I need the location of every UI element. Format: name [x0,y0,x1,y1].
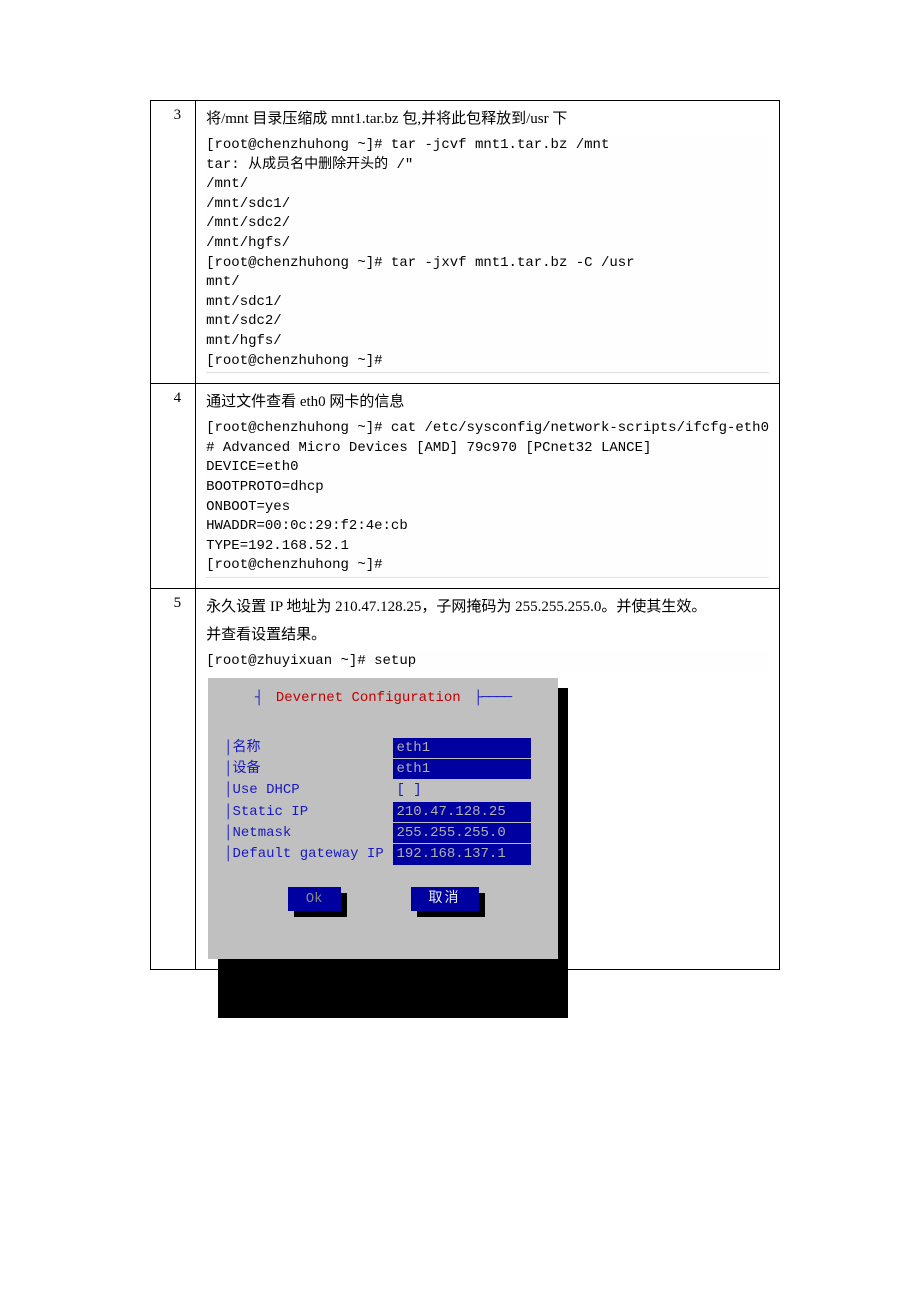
name-field[interactable]: eth1 [393,738,531,758]
form-row-name: │ 名称 eth1 [224,738,542,758]
terminal-command: [root@zhuyixuan ~]# setup [206,651,769,673]
ok-button[interactable]: Ok [288,887,341,911]
field-label: 设备 [233,759,393,779]
static-ip-field[interactable]: 210.47.128.25 [393,802,531,822]
cancel-button[interactable]: 取消 [411,887,479,911]
form-row-device: │ 设备 eth1 [224,759,542,779]
gateway-field[interactable]: 192.168.137.1 [393,844,531,864]
dialog-title-row: ┤ Devernet Configuration ├──── [224,688,542,708]
device-field[interactable]: eth1 [393,759,531,779]
button-label: Ok [288,887,341,911]
task-title-line1: 永久设置 IP 地址为 210.47.128.25，子网掩码为 255.255.… [206,595,769,619]
section-number: 5 [151,588,196,969]
button-label: 取消 [411,887,479,911]
dhcp-checkbox[interactable]: [ ] [393,780,426,800]
task-title: 将/mnt 目录压缩成 mnt1.tar.bz 包,并将此包释放到/usr 下 [206,107,769,131]
content-table: 3 将/mnt 目录压缩成 mnt1.tar.bz 包,并将此包释放到/usr … [150,100,780,970]
form-row-netmask: │ Netmask 255.255.255.0 [224,823,542,843]
field-label: 名称 [233,738,393,758]
terminal-output: [root@chenzhuhong ~]# cat /etc/sysconfig… [206,418,769,578]
section-number: 4 [151,384,196,589]
network-config-dialog[interactable]: ┤ Devernet Configuration ├──── │ 名称 eth1… [208,678,558,958]
field-label: Netmask [233,823,393,843]
form-row-staticip: │ Static IP 210.47.128.25 [224,802,542,822]
field-label: Default gateway IP [233,844,393,864]
document-page: 3 将/mnt 目录压缩成 mnt1.tar.bz 包,并将此包释放到/usr … [0,0,920,1270]
dialog-buttons: Ok 取消 [224,887,542,911]
form-row-gateway: │ Default gateway IP 192.168.137.1 [224,844,542,864]
dialog-title: Devernet Configuration [270,690,467,706]
section-content: 将/mnt 目录压缩成 mnt1.tar.bz 包,并将此包释放到/usr 下 … [196,101,780,384]
field-label: Use DHCP [233,780,393,800]
task-title-line2: 并查看设置结果。 [206,623,769,647]
netmask-field[interactable]: 255.255.255.0 [393,823,531,843]
section-number: 3 [151,101,196,384]
form-row-dhcp: │ Use DHCP [ ] [224,780,542,800]
section-content: 通过文件查看 eth0 网卡的信息 [root@chenzhuhong ~]# … [196,384,780,589]
section-content: 永久设置 IP 地址为 210.47.128.25，子网掩码为 255.255.… [196,588,780,969]
task-title: 通过文件查看 eth0 网卡的信息 [206,390,769,414]
line-decoration: ├──── [467,690,511,706]
tui-dialog-wrapper: ┤ Devernet Configuration ├──── │ 名称 eth1… [208,678,558,958]
field-label: Static IP [233,802,393,822]
line-decoration: ┤ [255,690,270,706]
terminal-output: [root@chenzhuhong ~]# tar -jcvf mnt1.tar… [206,135,769,373]
